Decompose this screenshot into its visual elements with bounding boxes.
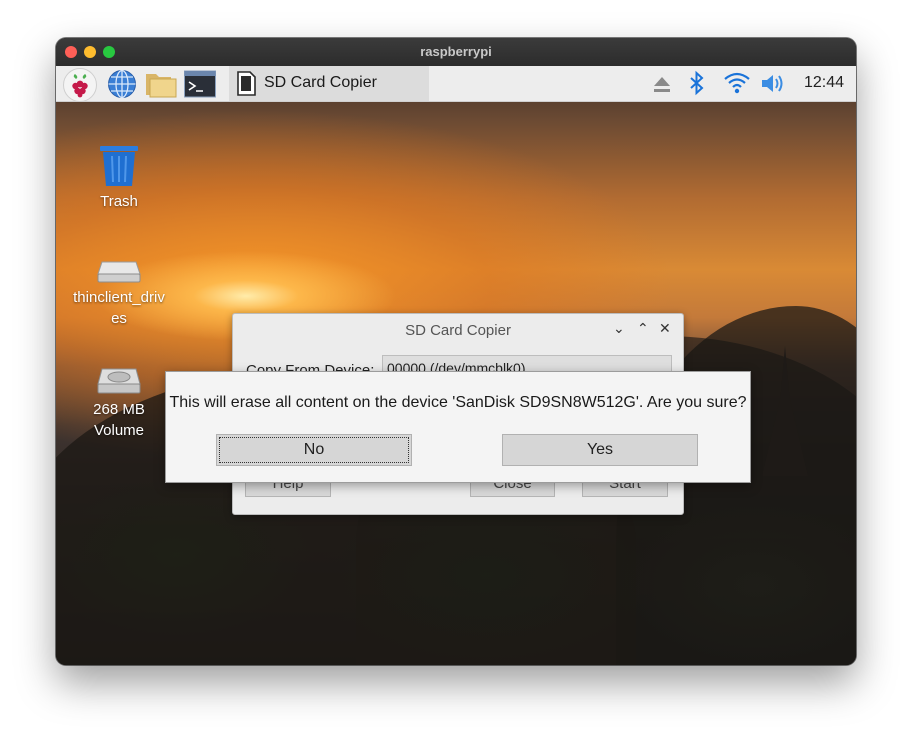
raspberry-pi-menu-icon[interactable] [63, 68, 97, 102]
mac-window: raspberrypi SD Card Copier 12:44 Trash t… [56, 38, 856, 665]
web-browser-icon[interactable] [107, 69, 137, 99]
drive-icon [97, 261, 141, 283]
desktop-icon-label: Trash [100, 193, 138, 210]
sd-card-icon [237, 71, 256, 96]
trash-icon [100, 146, 138, 186]
yes-button[interactable]: Yes [502, 434, 698, 466]
task-label: SD Card Copier [264, 74, 377, 91]
eject-icon[interactable] [651, 66, 673, 101]
desktop-icon-label: 268 MB Volume [93, 401, 145, 439]
copier-maximize-button[interactable]: ⌃ [637, 320, 649, 337]
confirmation-message: This will erase all content on the devic… [169, 394, 747, 411]
file-manager-icon[interactable] [145, 69, 177, 99]
copier-minimize-button[interactable]: ⌄ [613, 320, 625, 337]
desktop-icon-268mb-volume[interactable]: 268 MB Volume [76, 366, 162, 441]
mac-titlebar: raspberrypi [56, 38, 856, 67]
clock[interactable]: 12:44 [804, 74, 844, 92]
taskbar: SD Card Copier 12:44 [56, 66, 856, 102]
no-button[interactable]: No [216, 434, 412, 466]
desktop: SD Card Copier 12:44 Trash thinclient_dr… [56, 66, 856, 665]
erase-confirmation-dialog: This will erase all content on the devic… [165, 371, 751, 483]
disk-icon [97, 368, 141, 394]
window-title: raspberrypi [420, 44, 492, 59]
copier-close-icon[interactable]: ✕ [659, 320, 671, 337]
wifi-icon[interactable] [722, 66, 752, 101]
desktop-icon-trash[interactable]: Trash [84, 144, 154, 212]
terminal-icon[interactable] [184, 69, 216, 99]
taskbar-task-sd-card-copier[interactable]: SD Card Copier [229, 66, 429, 101]
bluetooth-icon[interactable] [687, 66, 707, 101]
desktop-icon-label: thinclient_driv es [73, 289, 165, 327]
volume-icon[interactable] [759, 66, 789, 101]
desktop-icon-thinclient-drives[interactable]: thinclient_driv es [66, 258, 172, 329]
